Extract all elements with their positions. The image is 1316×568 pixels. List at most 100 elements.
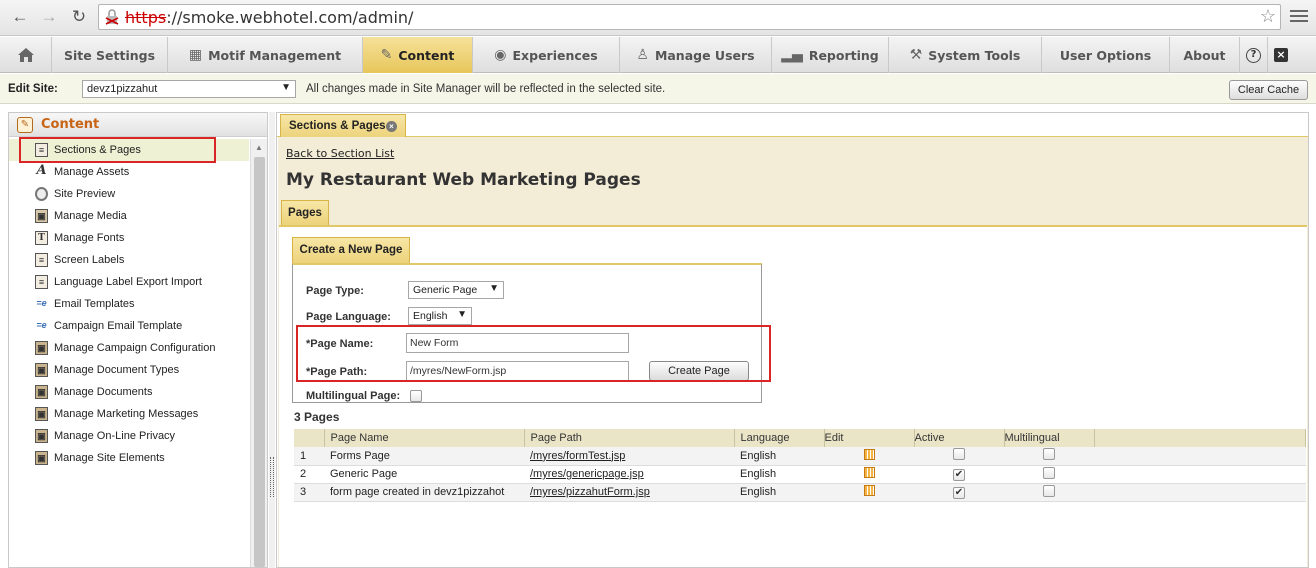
home-icon <box>17 48 34 62</box>
content-icon: ✎ <box>17 117 33 133</box>
sidebar-item-manage-document-types[interactable]: ▣ Manage Document Types <box>9 359 249 381</box>
nav-close[interactable]: × <box>1268 37 1294 73</box>
sidebar-item-manage-marketing-messages[interactable]: ▣ Manage Marketing Messages <box>9 403 249 425</box>
tab-sections-pages[interactable]: Sections & Pages × <box>280 114 406 138</box>
tab-pages[interactable]: Pages <box>281 200 329 225</box>
page-path-link[interactable]: /myres/genericpage.jsp <box>530 468 644 480</box>
nav-motif-management[interactable]: ▦ Motif Management <box>168 37 363 73</box>
nav-site-settings[interactable]: Site Settings <box>52 37 168 73</box>
email-icon: =e <box>36 320 47 330</box>
col-page-name[interactable]: Page Name <box>324 429 525 447</box>
main-nav: Site Settings ▦ Motif Management ✎ Content… <box>0 37 1316 73</box>
page-language-label: Page Language: <box>306 311 391 323</box>
sidebar-item-manage-media[interactable]: ▣ Manage Media <box>9 205 249 227</box>
page-type-label: Page Type: <box>306 285 364 297</box>
page-type-select[interactable]: Generic Page ▼ <box>408 281 504 299</box>
edit-icon[interactable] <box>863 467 875 478</box>
sidebar-item-manage-documents[interactable]: ▣ Manage Documents <box>9 381 249 403</box>
doc-type-icon: ▣ <box>35 363 48 377</box>
export-icon: ≡ <box>35 275 48 289</box>
site-select[interactable]: devz1pizzahut ▼ <box>82 80 296 98</box>
document-tab-strip: Sections & Pages × <box>277 113 1308 138</box>
browser-toolbar: ← → ↻ https://smoke.webhotel.com/admin/ … <box>0 0 1316 36</box>
sidebar-item-language-label-export-import[interactable]: ≡ Language Label Export Import <box>9 271 249 293</box>
sidebar-item-manage-online-privacy[interactable]: ▣ Manage On-Line Privacy <box>9 425 249 447</box>
bookmark-star-icon[interactable]: ☆ <box>1260 6 1276 27</box>
table-row[interactable]: 3 form page created in devz1pizzahot /my… <box>294 483 1306 502</box>
multilingual-page-label: Multilingual Page: <box>306 390 401 402</box>
page-path-link[interactable]: /myres/formTest.jsp <box>530 450 625 462</box>
tools-icon: ⚒ <box>909 47 923 63</box>
splitter-grip-icon[interactable] <box>270 457 274 497</box>
nav-manage-users[interactable]: ♙ Manage Users <box>620 37 772 73</box>
edit-icon[interactable] <box>863 485 875 496</box>
multilingual-page-checkbox[interactable] <box>410 390 422 402</box>
font-t-icon: T <box>35 231 48 245</box>
nav-experiences[interactable]: ◉ Experiences <box>473 37 620 73</box>
message-icon: ▣ <box>35 407 48 421</box>
nav-home[interactable] <box>0 37 52 73</box>
active-checkbox[interactable]: ✔ <box>953 468 965 481</box>
sidebar-scrollbar[interactable]: ▲ <box>250 139 267 567</box>
tab-create-new-page[interactable]: Create a New Page <box>292 237 410 263</box>
sidebar-item-manage-assets[interactable]: A Manage Assets <box>9 161 249 183</box>
close-icon: × <box>1274 48 1288 62</box>
nav-user-options[interactable]: User Options <box>1042 37 1170 73</box>
col-edit: Edit <box>824 429 915 447</box>
nav-about[interactable]: About <box>1170 37 1240 73</box>
nav-system-tools[interactable]: ⚒ System Tools <box>889 37 1042 73</box>
multilingual-checkbox[interactable] <box>1043 484 1055 497</box>
col-active[interactable]: Active <box>914 429 1005 447</box>
sidebar-item-manage-fonts[interactable]: T Manage Fonts <box>9 227 249 249</box>
close-tab-icon[interactable]: × <box>386 121 397 132</box>
table-row[interactable]: 2 Generic Page /myres/genericpage.jsp En… <box>294 465 1306 484</box>
nav-help[interactable]: ? <box>1240 37 1268 73</box>
globe-icon: ◉ <box>494 47 507 63</box>
content-sidebar: ✎ Content ≡ Sections & Pages A Manage Asse… <box>8 112 268 568</box>
scroll-up-icon[interactable]: ▲ <box>255 143 263 152</box>
sidebar-item-campaign-email-template[interactable]: =e Campaign Email Template <box>9 315 249 337</box>
nav-reporting[interactable]: ▂▄ Reporting <box>772 37 889 73</box>
chart-icon: ▂▄ <box>781 47 803 63</box>
col-multilingual[interactable]: Multilingual <box>1004 429 1095 447</box>
back-arrow-icon[interactable]: ← <box>9 6 31 28</box>
multilingual-checkbox[interactable] <box>1043 466 1055 479</box>
reload-icon[interactable]: ↻ <box>68 6 90 28</box>
magnifier-icon <box>35 187 48 201</box>
font-a-icon: A <box>36 163 47 178</box>
config-icon: ▣ <box>35 341 48 355</box>
nav-content[interactable]: ✎ Content <box>363 37 473 73</box>
table-row[interactable]: 1 Forms Page /myres/formTest.jsp English <box>294 447 1306 466</box>
panel-splitter[interactable] <box>269 112 275 568</box>
edit-icon[interactable] <box>863 448 875 460</box>
back-to-section-list-link[interactable]: Back to Section List <box>286 147 394 160</box>
multilingual-checkbox[interactable] <box>1043 448 1055 461</box>
clear-cache-button[interactable]: Clear Cache <box>1229 80 1308 100</box>
edit-site-bar: Edit Site: devz1pizzahut ▼ All changes m… <box>0 74 1316 104</box>
page-path-link[interactable]: /myres/pizzahutForm.jsp <box>530 486 650 498</box>
motif-icon: ▦ <box>188 47 203 63</box>
active-checkbox[interactable] <box>953 448 965 461</box>
dropdown-arrow-icon: ▼ <box>489 283 499 294</box>
sidebar-item-email-templates[interactable]: =e Email Templates <box>9 293 249 315</box>
docs-icon: ▣ <box>35 385 48 399</box>
sidebar-title: Content <box>41 117 100 132</box>
pages-table: Page Name Page Path Language Edit Active… <box>294 429 1306 502</box>
sidebar-item-screen-labels[interactable]: ≡ Screen Labels <box>9 249 249 271</box>
help-icon: ? <box>1246 47 1261 63</box>
sidebar-item-manage-campaign-configuration[interactable]: ▣ Manage Campaign Configuration <box>9 337 249 359</box>
col-page-path[interactable]: Page Path <box>524 429 735 447</box>
address-bar[interactable]: https://smoke.webhotel.com/admin/ ☆ <box>98 4 1281 30</box>
active-checkbox[interactable]: ✔ <box>953 486 965 499</box>
insecure-lock-icon <box>105 9 119 25</box>
forward-arrow-icon[interactable]: → <box>38 6 60 28</box>
sidebar-item-site-preview[interactable]: Site Preview <box>9 183 249 205</box>
url-text: https://smoke.webhotel.com/admin/ <box>125 8 414 27</box>
sidebar-item-manage-site-elements[interactable]: ▣ Manage Site Elements <box>9 447 249 469</box>
content-icon: ✎ <box>380 47 393 63</box>
page-language-select[interactable]: English ▼ <box>408 307 472 325</box>
pages-body: Create a New Page Page Type: Generic Pag… <box>279 225 1307 567</box>
browser-menu-icon[interactable] <box>1290 8 1308 24</box>
col-language[interactable]: Language <box>734 429 825 447</box>
scrollbar-thumb[interactable] <box>254 157 265 567</box>
